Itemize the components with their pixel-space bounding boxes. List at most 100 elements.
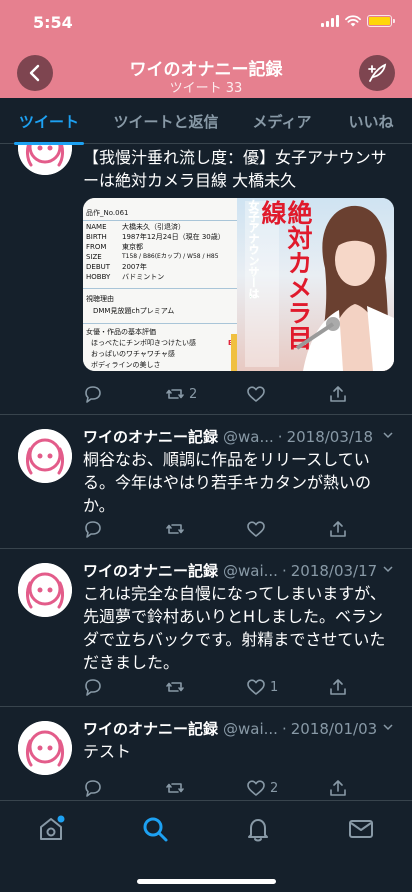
author-handle[interactable]: @wa... [223,428,274,446]
reason-title: 視聴理由 [86,295,114,303]
tweet-header: ワイのオナニー記録 @wa... · 2018/03/18 [83,426,394,447]
tweet-actions: 1 [83,677,394,699]
avatar[interactable] [18,145,72,175]
avatar-character-icon [18,429,72,483]
profile-header: ワイのオナニー記録 ツイート 33 [0,44,412,98]
reply-button[interactable] [83,519,103,539]
tweet-feed[interactable]: 【我慢汁垂れ流し度：優】女子アナウンサーは絶対カメラ目線 大橋未久 品作_No.… [0,145,412,800]
author-name[interactable]: ワイのオナニー記録 [83,718,218,739]
avatar[interactable] [18,429,72,483]
info-row: DEBUT 2007年 [86,263,147,271]
retweet-icon [166,524,184,534]
info-row: HOBBY バドミントン [86,273,165,281]
eval-item: ほっぺたにチンポ叩きつけたい感 [91,339,196,347]
tweet-text: 桐谷なお、順調に作品をリリースしている。今年はやはり若手キカタンが熱いのか。 [83,450,372,515]
retweet-icon [166,389,184,399]
mail-icon[interactable] [347,815,375,843]
heart-icon [247,780,265,796]
share-button[interactable] [328,677,348,697]
reply-icon [85,679,101,696]
heart-icon [247,386,265,402]
tweet-media-image[interactable]: 品作_No.061 NAME 大橋未久（引退済） BIRTH 1987年12月24日… [83,198,394,371]
eval-title: 女優・作品の基本評価 [86,328,156,336]
share-button[interactable] [328,384,348,404]
avatar-character-icon [18,721,72,775]
tweet-text: テスト [83,742,132,761]
cover-image: 女子アナウンサーは 絶対カメラ目線 [237,198,394,371]
share-icon [330,679,346,695]
tab-tweets-and-replies[interactable]: ツイートと返信 [98,98,234,144]
home-icon[interactable] [37,815,65,843]
home-indicator [137,879,276,884]
author-handle[interactable]: @wai... [223,562,278,580]
tab-likes[interactable]: いいね [330,98,412,144]
chevron-down-icon[interactable] [382,563,394,575]
tweet-date: 2018/01/03 [290,719,378,738]
search-icon[interactable] [141,815,169,843]
retweet-button[interactable] [165,519,189,539]
tweet-date: 2018/03/17 [290,561,378,580]
wifi-icon [345,15,361,27]
share-button[interactable] [328,519,348,539]
reply-button[interactable] [83,677,103,697]
like-button[interactable]: 2 [246,778,278,798]
heart-icon [247,679,265,695]
like-button[interactable] [246,384,270,404]
chevron-down-icon[interactable] [382,429,394,441]
info-row: FROM 東京都 [86,243,143,251]
retweet-count: 2 [189,386,198,402]
tweet-actions: 2 [83,778,394,800]
avatar[interactable] [18,721,72,775]
tweet-header: ワイのオナニー記録 @wai... · 2018/03/17 [83,560,394,581]
author-handle[interactable]: @wai... [223,720,278,738]
reply-icon [85,780,101,797]
tab-media[interactable]: メディア [234,98,330,144]
reason-text: DMM見放題chプレミアム [93,307,175,315]
tweet-text: これは完全な自慢になってしまいますが、先週夢で鈴村あいりとHしました。ベランダで… [83,584,386,672]
info-row: SIZE T158 / B86(Eカップ) / W58 / H85 [86,253,219,261]
status-bar: 5:54 [0,0,412,44]
tweet-text: 【我慢汁垂れ流し度：優】女子アナウンサーは絶対カメラ目線 大橋未久 [83,148,387,190]
status-icons [321,15,395,27]
info-row: NAME 大橋未久（引退済） [86,223,185,231]
card-id: 品作_No.061 [86,209,129,217]
bell-icon[interactable] [244,815,272,843]
share-icon [330,521,346,537]
compose-button[interactable] [359,55,395,91]
tweet[interactable]: ワイのオナニー記録 @wai... · 2018/03/17 これは完全な自慢に… [0,549,412,707]
reply-icon [85,386,101,403]
info-row: BIRTH 1987年12月24日（現在 30歳） [86,233,225,241]
retweet-button[interactable] [165,778,189,798]
like-button[interactable] [246,519,270,539]
share-button[interactable] [328,778,348,798]
eval-item: おっぱいのワチャワチャ感 [91,350,175,358]
share-icon [330,386,346,402]
cover-photo [295,205,394,371]
like-button[interactable]: 1 [246,677,278,697]
tab-tweets[interactable]: ツイート [0,98,98,145]
tweet-actions [83,519,394,541]
tweet[interactable]: ワイのオナニー記録 @wa... · 2018/03/18 桐谷なお、順調に作品… [0,415,412,549]
avatar-character-icon [18,563,72,617]
tweet[interactable]: 【我慢汁垂れ流し度：優】女子アナウンサーは絶対カメラ目線 大橋未久 品作_No.… [0,145,412,415]
heart-icon [247,521,265,537]
avatar-character-icon [18,145,72,175]
chevron-down-icon[interactable] [382,721,394,733]
reply-button[interactable] [83,778,103,798]
author-name[interactable]: ワイのオナニー記録 [83,426,218,447]
tweet-date: 2018/03/18 [286,427,374,446]
profile-tabs: ツイート ツイートと返信 メディア いいね [0,98,412,145]
eval-item: ボディラインの美しさ [91,361,161,369]
avatar[interactable] [18,563,72,617]
author-name[interactable]: ワイのオナニー記録 [83,560,218,581]
reply-button[interactable] [83,384,103,404]
status-time: 5:54 [33,13,73,32]
retweet-button[interactable] [165,677,189,697]
like-count: 2 [270,780,279,796]
tweet-actions: 2 [83,384,394,406]
like-count: 1 [270,679,279,695]
reply-icon [85,521,101,538]
retweet-button[interactable]: 2 [165,384,197,404]
tweet-header: ワイのオナニー記録 @wai... · 2018/01/03 [83,718,394,739]
tweet[interactable]: ワイのオナニー記録 @wai... · 2018/01/03 テスト 2 [0,707,412,800]
